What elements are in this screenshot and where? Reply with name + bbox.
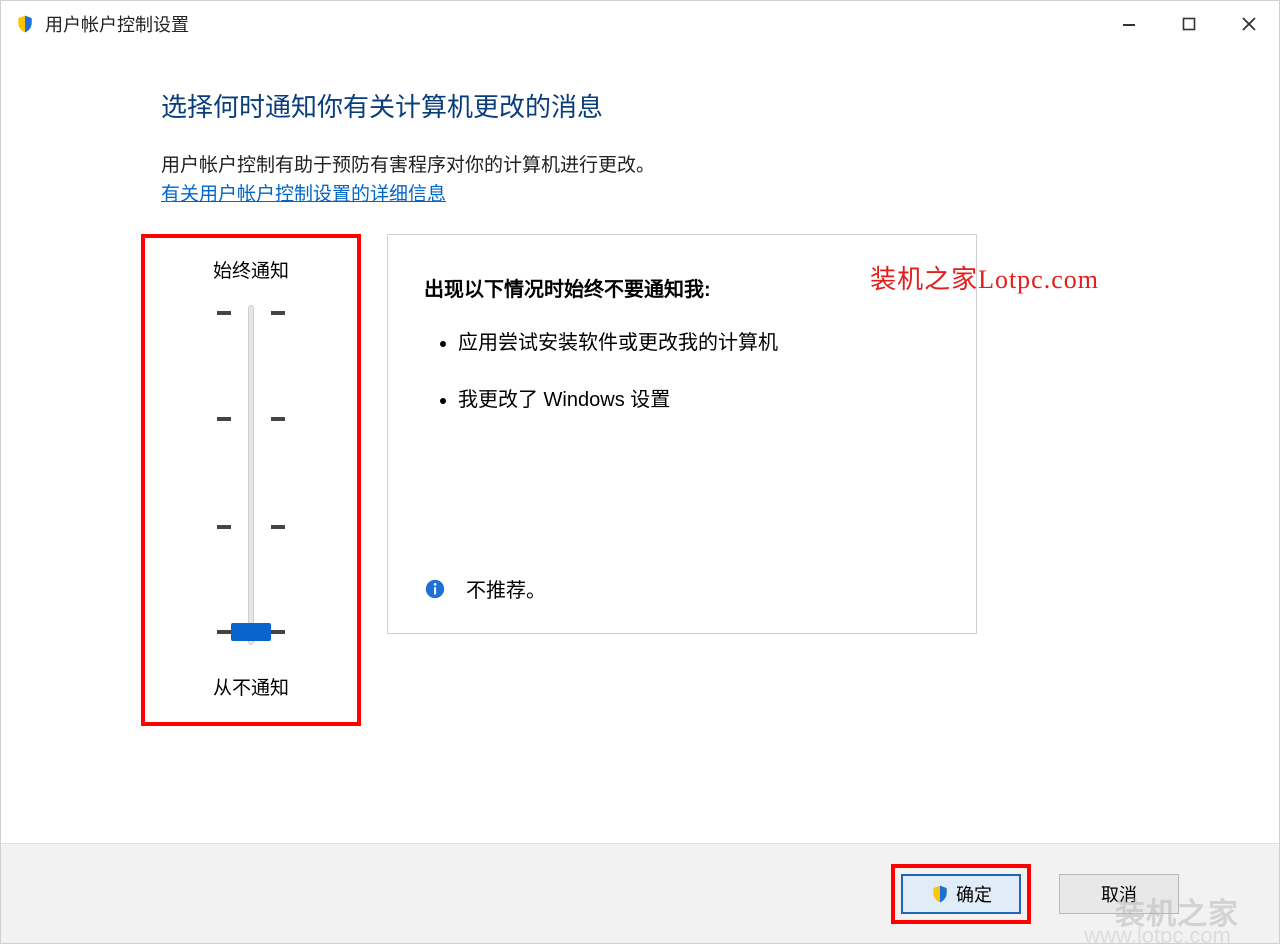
window-controls [1099,4,1279,44]
slider-track [248,305,254,645]
slider-label-bottom: 从不通知 [213,673,289,700]
recommendation-text: 不推荐。 [466,574,546,603]
cancel-button-label: 取消 [1101,881,1137,907]
intro-text: 用户帐户控制有助于预防有害程序对你的计算机进行更改。 [161,150,1279,177]
page-heading: 选择何时通知你有关计算机更改的消息 [161,87,1279,124]
slider-tick [271,417,285,421]
background-watermark-url: www.lotpc.com [1084,923,1231,944]
body-row: 始终通知 从不通知 出现以下情况时始终不要通知我: 应用尝试安装软件或更改我的计… [161,234,1279,726]
slider-label-top: 始终通知 [213,256,289,283]
titlebar-left: 用户帐户控制设置 [15,11,189,37]
ok-highlight-box: 确定 [891,864,1031,924]
slider-tick [217,630,231,634]
description-list: 应用尝试安装软件或更改我的计算机 我更改了 Windows 设置 [424,326,940,412]
uac-shield-icon [930,884,950,904]
slider-tick [271,311,285,315]
window-title: 用户帐户控制设置 [45,11,189,37]
info-icon [424,578,446,600]
description-panel: 出现以下情况时始终不要通知我: 应用尝试安装软件或更改我的计算机 我更改了 Wi… [387,234,977,634]
cancel-button[interactable]: 取消 [1059,874,1179,914]
titlebar: 用户帐户控制设置 [1,1,1279,47]
notification-slider-group: 始终通知 从不通知 [141,234,361,726]
recommendation-row: 不推荐。 [424,574,546,603]
ok-button[interactable]: 确定 [901,874,1021,914]
minimize-button[interactable] [1099,4,1159,44]
slider-tick [217,525,231,529]
footer-bar: 确定 取消 装机之家 www.lotpc.com [1,843,1279,943]
ok-button-label: 确定 [956,881,992,907]
notification-slider[interactable] [211,305,291,645]
content-area: 选择何时通知你有关计算机更改的消息 用户帐户控制有助于预防有害程序对你的计算机进… [1,47,1279,843]
maximize-button[interactable] [1159,4,1219,44]
description-item: 我更改了 Windows 设置 [458,383,940,412]
uac-shield-icon [15,14,35,34]
uac-settings-window: 用户帐户控制设置 选择何时通知你有关计算机更改的消息 用户帐户控制有助于预防有害… [0,0,1280,944]
slider-tick [271,630,285,634]
slider-thumb[interactable] [231,623,271,641]
slider-tick [217,417,231,421]
help-link[interactable]: 有关用户帐户控制设置的详细信息 [161,179,446,206]
slider-tick [271,525,285,529]
description-heading: 出现以下情况时始终不要通知我: [424,273,940,302]
description-item: 应用尝试安装软件或更改我的计算机 [458,326,940,355]
close-button[interactable] [1219,4,1279,44]
slider-tick [217,311,231,315]
